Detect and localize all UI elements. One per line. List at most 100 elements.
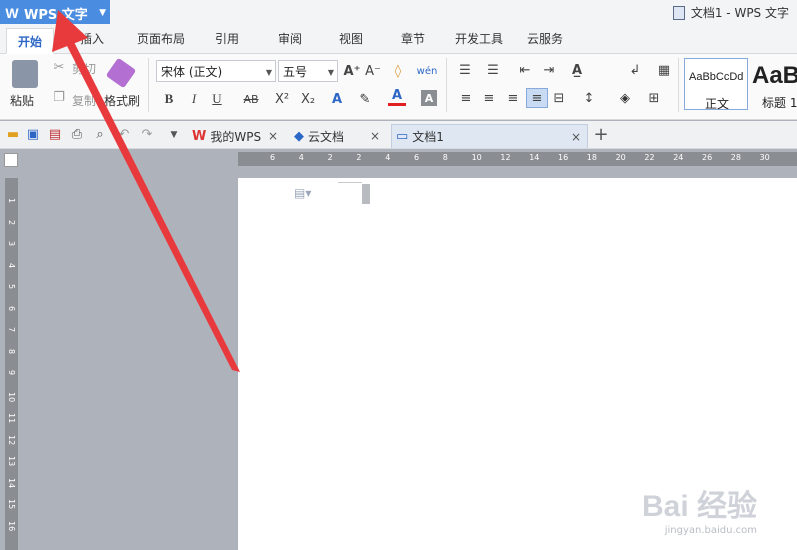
- border-icon[interactable]: ⊞: [646, 90, 662, 106]
- italic-icon[interactable]: I: [185, 90, 203, 108]
- chevron-down-icon: ▼: [327, 68, 334, 77]
- new-tab-icon[interactable]: +: [593, 124, 609, 145]
- ruler-tick: 11: [7, 413, 16, 424]
- scissors-icon[interactable]: ✂: [52, 60, 66, 75]
- ruler-tick: 9: [7, 370, 16, 376]
- numbered-list-icon[interactable]: ☰: [484, 62, 502, 78]
- style-heading1[interactable]: AaB 标题 1: [750, 58, 797, 110]
- decrease-indent-icon[interactable]: ⇤: [516, 62, 534, 78]
- close-icon[interactable]: ×: [370, 129, 380, 143]
- ruler-tick: 14: [529, 153, 540, 162]
- ruler-tick: 13: [7, 456, 16, 467]
- font-size-select[interactable]: 五号 ▼: [278, 60, 338, 82]
- open-folder-icon[interactable]: ▬: [6, 127, 20, 142]
- ruler-tick: 10: [7, 391, 16, 402]
- document-icon: ▭: [396, 129, 409, 144]
- undo-icon[interactable]: ↶: [117, 127, 131, 142]
- doc-tab-cloud[interactable]: ◆ 云文档 ×: [290, 124, 386, 148]
- paragraph-mark-icon[interactable]: ↲: [626, 62, 644, 78]
- highlight-icon[interactable]: ✎: [356, 90, 374, 108]
- doc-tab-mywps[interactable]: W 我的WPS ×: [188, 124, 284, 148]
- tab-review[interactable]: 审阅: [278, 30, 302, 47]
- chevron-down-icon: ▼: [265, 68, 272, 77]
- tab-section[interactable]: 章节: [401, 30, 425, 47]
- horizontal-ruler[interactable]: 6 4 2 2 4 6 8 10 12 14 16 18 20 22 24 26 28 30: [238, 152, 797, 166]
- paste-button[interactable]: 粘贴: [10, 92, 34, 109]
- save-icon[interactable]: ▣: [26, 127, 40, 142]
- bullet-list-icon[interactable]: ☰: [456, 62, 474, 78]
- cube-icon: ◆: [294, 128, 304, 144]
- redo-icon[interactable]: ↷: [140, 127, 154, 142]
- ruler-tick: 4: [298, 153, 304, 162]
- font-family-value: 宋体 (正文): [161, 65, 223, 79]
- ruler-tick: 4: [385, 153, 391, 162]
- ribbon: 粘贴 ✂ 剪切 ❐ 复制 格式刷 宋体 (正文) ▼ 五号 ▼ A⁺ A⁻ ◊ …: [0, 54, 797, 120]
- bold-icon[interactable]: B: [160, 90, 178, 108]
- align-center-icon[interactable]: ≡: [481, 90, 497, 106]
- ruler-corner[interactable]: [4, 153, 18, 167]
- print-icon[interactable]: ⎙: [70, 127, 84, 142]
- superscript-icon[interactable]: X²: [272, 90, 292, 108]
- style-label: 正文: [705, 97, 730, 111]
- align-left-icon[interactable]: ≡: [458, 90, 474, 106]
- ruler-tick: 16: [558, 153, 569, 162]
- close-icon[interactable]: ×: [268, 129, 278, 143]
- line-spacing-icon[interactable]: ↕: [580, 90, 598, 106]
- distribute-icon[interactable]: ⊟: [550, 90, 568, 106]
- document-icon: [672, 5, 685, 20]
- tab-view[interactable]: 视图: [339, 30, 363, 47]
- justify-icon[interactable]: ≡: [526, 88, 548, 108]
- wps-menu-button[interactable]: W WPS 文字 ▼: [0, 0, 110, 26]
- vertical-ruler[interactable]: 1 2 3 4 5 6 7 8 9 10 11 12 13 14 15 16: [5, 178, 18, 550]
- window-title: 文档1 - WPS 文字: [672, 4, 789, 21]
- increase-indent-icon[interactable]: ⇥: [540, 62, 558, 78]
- paste-icon[interactable]: [12, 60, 38, 88]
- paint-bucket-icon[interactable]: ◈: [616, 90, 634, 106]
- subscript-icon[interactable]: X₂: [298, 90, 318, 108]
- tab-developer[interactable]: 开发工具: [455, 30, 503, 47]
- divider: [148, 58, 149, 112]
- font-family-select[interactable]: 宋体 (正文) ▼: [156, 60, 276, 82]
- paragraph-options-icon[interactable]: ▤▾: [294, 186, 311, 200]
- copy-button[interactable]: 复制: [72, 92, 96, 109]
- grow-font-icon[interactable]: A⁺: [343, 62, 361, 80]
- char-shading-icon[interactable]: A: [421, 90, 437, 106]
- print-preview-icon[interactable]: ⌕: [93, 127, 107, 142]
- shrink-font-icon[interactable]: A⁻: [364, 62, 382, 80]
- tab-cloud[interactable]: 云服务: [527, 30, 563, 47]
- cut-button[interactable]: 剪切: [72, 60, 96, 77]
- ruler-tick: 1: [7, 198, 16, 204]
- tab-references[interactable]: 引用: [215, 30, 239, 47]
- style-preview: AaB: [752, 62, 797, 89]
- copy-icon[interactable]: ❐: [52, 90, 66, 105]
- tab-home[interactable]: 开始: [6, 28, 54, 54]
- clear-format-icon[interactable]: ◊: [389, 62, 407, 80]
- ruler-tick: 6: [270, 153, 276, 162]
- underline-icon[interactable]: U: [208, 90, 226, 108]
- font-size-value: 五号: [283, 65, 308, 79]
- pinyin-icon[interactable]: wén: [414, 60, 440, 82]
- ruler-tick: 16: [7, 520, 16, 531]
- change-case-icon[interactable]: A̲: [566, 60, 588, 80]
- export-pdf-icon[interactable]: ▤: [48, 127, 62, 142]
- ruler-tick: 2: [7, 219, 16, 225]
- format-painter-button[interactable]: 格式刷: [104, 92, 140, 109]
- align-right-icon[interactable]: ≡: [505, 90, 521, 106]
- text-effect-icon[interactable]: A: [328, 90, 346, 108]
- doc-tab-document1[interactable]: ▭ 文档1 ×: [391, 124, 588, 148]
- format-painter-icon[interactable]: [105, 57, 137, 89]
- table-icon[interactable]: ▦: [656, 62, 672, 78]
- tab-insert[interactable]: 插入: [80, 30, 104, 47]
- ruler-tick: 10: [471, 153, 482, 162]
- close-icon[interactable]: ×: [571, 130, 581, 144]
- margin-marker: [338, 182, 362, 183]
- font-color-icon[interactable]: A: [388, 88, 406, 106]
- text-cursor: [362, 184, 370, 204]
- style-normal[interactable]: AaBbCcDd 正文: [684, 58, 748, 111]
- chevron-down-icon[interactable]: ▼: [168, 129, 180, 141]
- chevron-down-icon: ▼: [99, 8, 106, 18]
- style-preview: AaBbCcDd: [689, 71, 744, 83]
- ruler-tick: 12: [500, 153, 511, 162]
- tab-page-layout[interactable]: 页面布局: [137, 30, 185, 47]
- strikethrough-icon[interactable]: AB: [240, 90, 262, 108]
